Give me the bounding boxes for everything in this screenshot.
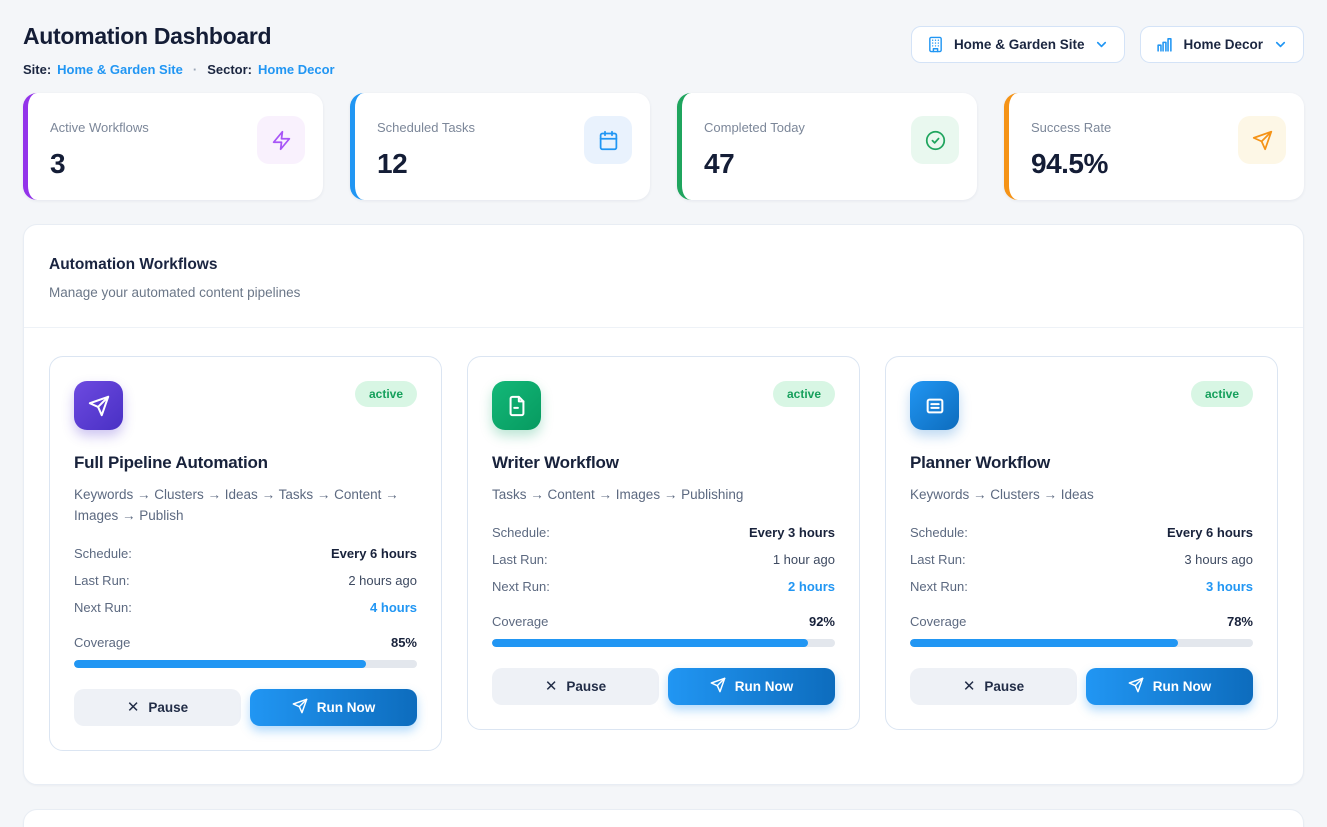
- sector-link[interactable]: Home Decor: [258, 62, 335, 77]
- workflow-pipeline: Keywords → Clusters → Ideas: [910, 485, 1253, 506]
- coverage-progress-fill: [74, 660, 366, 668]
- topbar: Automation Dashboard Site: Home & Garden…: [23, 16, 1304, 77]
- automation-dashboard-page: Automation Dashboard Site: Home & Garden…: [0, 0, 1327, 827]
- workflow-pipeline: Tasks → Content → Images → Publishing: [492, 485, 835, 506]
- last-run-row: Last Run: 2 hours ago: [74, 573, 417, 588]
- sector-selector-dropdown[interactable]: Home Decor: [1140, 26, 1304, 63]
- send-icon: [1238, 116, 1286, 164]
- coverage-progressbar: [910, 639, 1253, 647]
- site-selector-label: Home & Garden Site: [954, 37, 1085, 52]
- stat-value: 12: [377, 148, 475, 180]
- x-icon: ✕: [963, 679, 976, 694]
- send-icon: [292, 698, 308, 717]
- building-icon: [927, 36, 944, 53]
- stats-row: Active Workflows 3 Scheduled Tasks 12 Co…: [23, 93, 1304, 200]
- send-icon: [74, 381, 123, 430]
- check-circle-icon: [911, 116, 959, 164]
- workflow-title: Planner Workflow: [910, 453, 1253, 473]
- status-badge: active: [773, 381, 835, 407]
- coverage-value: 85%: [391, 635, 417, 650]
- steps-panel-header: Automation Steps Configure which steps a…: [24, 810, 1303, 827]
- send-icon: [1128, 677, 1144, 696]
- coverage-value: 78%: [1227, 614, 1253, 629]
- stat-card-scheduled-tasks: Scheduled Tasks 12: [350, 93, 650, 200]
- sector-label: Sector:: [207, 62, 252, 77]
- stat-card-success-rate: Success Rate 94.5%: [1004, 93, 1304, 200]
- board-icon: [910, 381, 959, 430]
- stat-label: Active Workflows: [50, 110, 149, 135]
- next-run-row: Next Run: 2 hours: [492, 579, 835, 594]
- automation-steps-panel: Automation Steps Configure which steps a…: [23, 809, 1304, 827]
- coverage-value: 92%: [809, 614, 835, 629]
- stat-label: Completed Today: [704, 110, 805, 135]
- pause-button[interactable]: ✕ Pause: [910, 668, 1077, 705]
- x-icon: ✕: [545, 679, 558, 694]
- coverage-row: Coverage 85%: [74, 635, 417, 650]
- next-run-row: Next Run: 4 hours: [74, 600, 417, 615]
- coverage-progress-fill: [910, 639, 1178, 647]
- stat-value: 94.5%: [1031, 148, 1111, 180]
- schedule-row: Schedule: Every 6 hours: [74, 546, 417, 561]
- lightning-icon: [257, 116, 305, 164]
- send-icon: [710, 677, 726, 696]
- site-link[interactable]: Home & Garden Site: [57, 62, 183, 77]
- workflows-subtitle: Manage your automated content pipelines: [49, 285, 1278, 300]
- status-badge: active: [355, 381, 417, 407]
- bar-chart-icon: [1156, 36, 1173, 53]
- breadcrumb: Site: Home & Garden Site · Sector: Home …: [23, 62, 335, 77]
- selectors: Home & Garden Site Home Decor: [911, 26, 1304, 63]
- workflows-panel-header: Automation Workflows Manage your automat…: [24, 225, 1303, 328]
- workflow-cards: active Full Pipeline Automation Keywords…: [24, 328, 1303, 784]
- stat-value: 3: [50, 148, 149, 180]
- workflow-title: Full Pipeline Automation: [74, 453, 417, 473]
- page-title: Automation Dashboard: [23, 23, 335, 50]
- coverage-progressbar: [492, 639, 835, 647]
- workflow-title: Writer Workflow: [492, 453, 835, 473]
- stat-card-active-workflows: Active Workflows 3: [23, 93, 323, 200]
- status-badge: active: [1191, 381, 1253, 407]
- stat-label: Success Rate: [1031, 110, 1111, 135]
- site-label: Site:: [23, 62, 51, 77]
- coverage-progress-fill: [492, 639, 808, 647]
- last-run-row: Last Run: 3 hours ago: [910, 552, 1253, 567]
- coverage-row: Coverage 78%: [910, 614, 1253, 629]
- heading-block: Automation Dashboard Site: Home & Garden…: [23, 16, 335, 77]
- run-now-button[interactable]: Run Now: [1086, 668, 1253, 705]
- workflow-card-writer: active Writer Workflow Tasks → Content →…: [467, 356, 860, 730]
- workflow-card-full-pipeline: active Full Pipeline Automation Keywords…: [49, 356, 442, 751]
- schedule-row: Schedule: Every 3 hours: [492, 525, 835, 540]
- calendar-icon: [584, 116, 632, 164]
- x-icon: ✕: [127, 700, 140, 715]
- schedule-row: Schedule: Every 6 hours: [910, 525, 1253, 540]
- stat-value: 47: [704, 148, 805, 180]
- pause-button[interactable]: ✕ Pause: [74, 689, 241, 726]
- sector-selector-label: Home Decor: [1183, 37, 1263, 52]
- stat-card-completed-today: Completed Today 47: [677, 93, 977, 200]
- workflow-pipeline: Keywords → Clusters → Ideas → Tasks → Co…: [74, 485, 417, 527]
- workflow-card-planner: active Planner Workflow Keywords → Clust…: [885, 356, 1278, 730]
- site-selector-dropdown[interactable]: Home & Garden Site: [911, 26, 1126, 63]
- run-now-button[interactable]: Run Now: [668, 668, 835, 705]
- stat-label: Scheduled Tasks: [377, 110, 475, 135]
- workflows-panel: Automation Workflows Manage your automat…: [23, 224, 1304, 785]
- run-now-button[interactable]: Run Now: [250, 689, 417, 726]
- separator-dot: ·: [193, 62, 197, 77]
- document-icon: [492, 381, 541, 430]
- chevron-down-icon: [1094, 37, 1109, 52]
- chevron-down-icon: [1273, 37, 1288, 52]
- coverage-progressbar: [74, 660, 417, 668]
- pause-button[interactable]: ✕ Pause: [492, 668, 659, 705]
- coverage-row: Coverage 92%: [492, 614, 835, 629]
- last-run-row: Last Run: 1 hour ago: [492, 552, 835, 567]
- next-run-row: Next Run: 3 hours: [910, 579, 1253, 594]
- workflows-title: Automation Workflows: [49, 256, 1278, 274]
